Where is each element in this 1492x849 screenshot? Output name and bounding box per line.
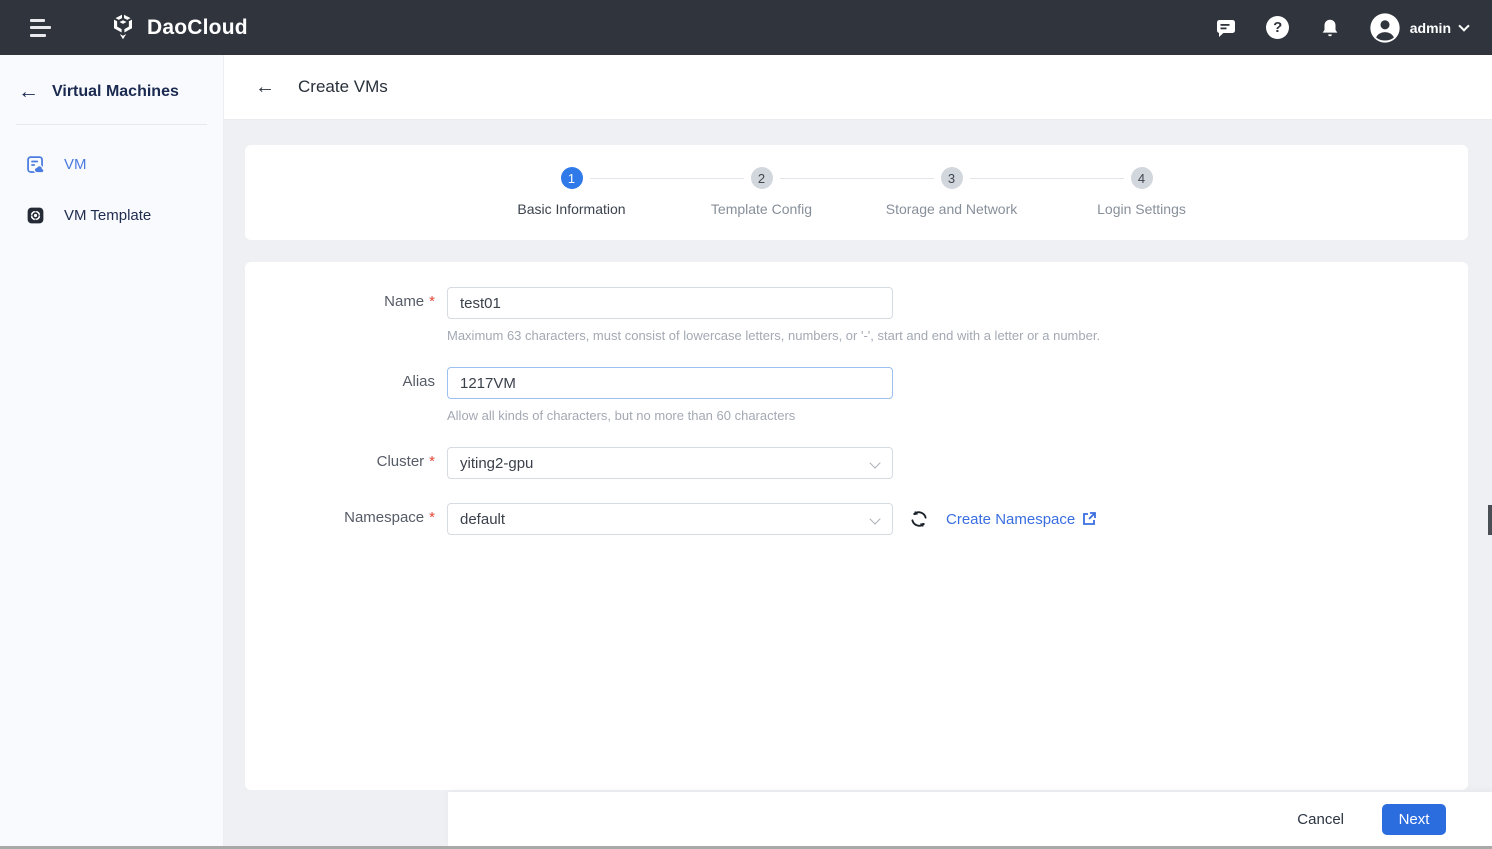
- cluster-select-value: yiting2-gpu: [460, 455, 533, 472]
- vm-icon: [25, 154, 46, 175]
- name-input[interactable]: [447, 287, 893, 319]
- cluster-select[interactable]: yiting2-gpu: [447, 447, 893, 479]
- create-namespace-link[interactable]: Create Namespace: [946, 511, 1097, 528]
- chevron-down-icon: [1458, 20, 1469, 31]
- vm-template-icon: [25, 205, 46, 226]
- form-row-cluster: Cluster* yiting2-gpu: [245, 447, 1468, 479]
- cancel-button[interactable]: Cancel: [1297, 811, 1344, 828]
- field-label: Cluster*: [245, 447, 435, 470]
- step-label: Template Config: [711, 201, 812, 217]
- avatar-icon: [1369, 12, 1401, 44]
- main-area: ← Create VMs 1 Basic Information 2 Templ…: [224, 55, 1492, 849]
- alias-input[interactable]: [447, 367, 893, 399]
- step-label: Login Settings: [1097, 201, 1186, 217]
- sidebar: ← Virtual Machines VM: [0, 55, 224, 849]
- brand: DaoCloud: [108, 13, 248, 43]
- step-basic-information: 1 Basic Information: [477, 167, 667, 217]
- namespace-select[interactable]: default: [447, 503, 893, 535]
- user-menu[interactable]: admin: [1369, 12, 1468, 44]
- field-label: Name*: [245, 287, 435, 310]
- step-number: 4: [1131, 167, 1153, 189]
- sidebar-item-label: VM: [64, 156, 87, 173]
- next-button[interactable]: Next: [1382, 804, 1446, 835]
- stepper: 1 Basic Information 2 Template Config 3 …: [245, 145, 1468, 240]
- sidebar-back-icon[interactable]: ←: [18, 81, 39, 102]
- page-header: ← Create VMs: [224, 55, 1492, 120]
- page-title: Create VMs: [298, 77, 388, 97]
- field-label: Alias: [245, 367, 435, 390]
- external-link-icon: [1081, 511, 1097, 527]
- form-row-alias: Alias Allow all kinds of characters, but…: [245, 367, 1468, 423]
- step-number: 1: [561, 167, 583, 189]
- sidebar-item-label: VM Template: [64, 207, 151, 224]
- chevron-down-icon: [869, 457, 880, 468]
- basic-information-form: Name* Maximum 63 characters, must consis…: [245, 262, 1468, 790]
- step-number: 3: [941, 167, 963, 189]
- step-label: Storage and Network: [886, 201, 1018, 217]
- message-icon[interactable]: [1213, 15, 1239, 41]
- step-login-settings: 4 Login Settings: [1047, 167, 1237, 217]
- menu-icon[interactable]: [30, 19, 56, 37]
- field-label: Namespace*: [245, 503, 435, 526]
- user-name: admin: [1410, 20, 1451, 36]
- wizard-footer: Cancel Next: [448, 792, 1492, 846]
- name-hint: Maximum 63 characters, must consist of l…: [447, 328, 1100, 343]
- required-marker: *: [429, 453, 435, 470]
- form-row-name: Name* Maximum 63 characters, must consis…: [245, 287, 1468, 343]
- page-back-icon[interactable]: ←: [255, 77, 275, 97]
- sidebar-title: Virtual Machines: [52, 83, 179, 101]
- content: 1 Basic Information 2 Template Config 3 …: [224, 120, 1492, 849]
- step-label: Basic Information: [517, 201, 625, 217]
- form-row-namespace: Namespace* default: [245, 503, 1468, 535]
- namespace-select-value: default: [460, 511, 505, 528]
- top-navbar: DaoCloud ?: [0, 0, 1492, 55]
- required-marker: *: [429, 509, 435, 526]
- step-number: 2: [751, 167, 773, 189]
- chevron-down-icon: [869, 513, 880, 524]
- vertical-scrollbar[interactable]: [1488, 505, 1492, 535]
- refresh-icon[interactable]: [908, 508, 930, 530]
- sidebar-item-vm-template[interactable]: VM Template: [0, 190, 223, 241]
- alias-hint: Allow all kinds of characters, but no mo…: [447, 408, 893, 423]
- daocloud-logo-icon: [108, 13, 138, 43]
- help-icon[interactable]: ?: [1265, 15, 1291, 41]
- bell-icon[interactable]: [1317, 15, 1343, 41]
- required-marker: *: [429, 293, 435, 310]
- step-storage-and-network: 3 Storage and Network: [857, 167, 1047, 217]
- brand-name: DaoCloud: [147, 16, 248, 40]
- sidebar-item-vm[interactable]: VM: [0, 139, 223, 190]
- step-template-config: 2 Template Config: [667, 167, 857, 217]
